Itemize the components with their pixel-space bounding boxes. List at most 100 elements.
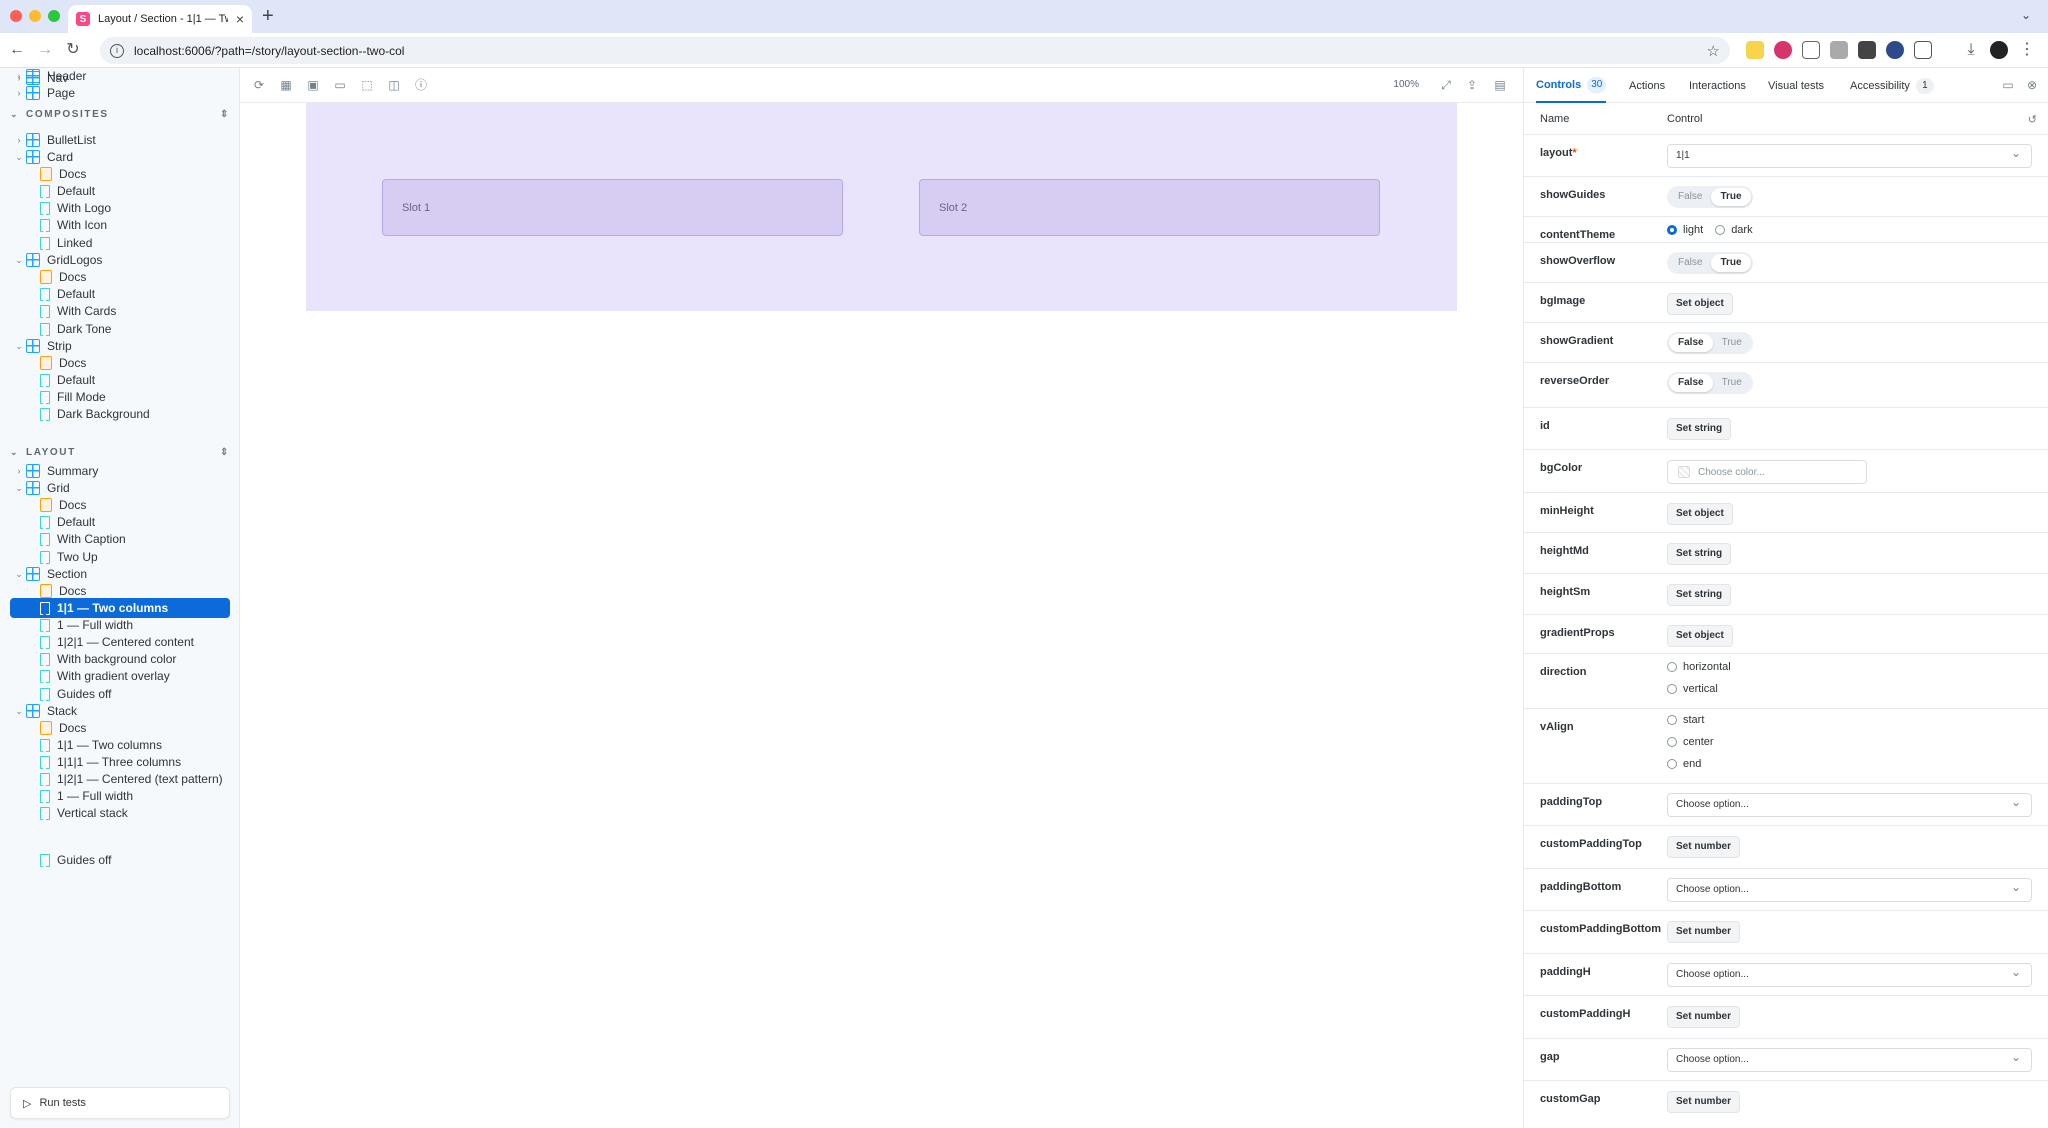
id-set-button[interactable]: Set string: [1667, 418, 1732, 440]
customgap-set-button[interactable]: Set number: [1667, 1091, 1741, 1113]
panel-toggle-icon[interactable]: ▤: [1493, 78, 1507, 92]
sidebar-item-with-icon[interactable]: With Icon: [10, 215, 230, 235]
info-icon[interactable]: i: [110, 43, 124, 58]
sidebar-item-with-caption[interactable]: With Caption: [10, 529, 230, 549]
chevron-down-icon[interactable]: ⌄: [12, 706, 26, 717]
tab-search-chevron-icon[interactable]: ⌄: [2016, 8, 2036, 26]
camera-icon[interactable]: [1802, 41, 1820, 59]
gap-select[interactable]: Choose option...: [1667, 1046, 2032, 1072]
chevron-down-icon[interactable]: ⌄: [12, 341, 26, 352]
outline-icon[interactable]: ⬚: [360, 78, 374, 92]
forward-icon[interactable]: →: [36, 41, 54, 59]
sidebar-item-vertical-stack[interactable]: Vertical stack: [10, 803, 230, 823]
custompaddingh-set-button[interactable]: Set number: [1667, 1006, 1741, 1028]
chevron-right-icon[interactable]: ›: [12, 88, 26, 98]
viewport-icon[interactable]: ▭: [333, 78, 347, 92]
reset-controls-icon[interactable]: ↺: [2028, 113, 2037, 126]
new-tab-icon[interactable]: +: [262, 5, 274, 28]
expand-collapse-icon[interactable]: ⇕: [220, 109, 230, 120]
download-icon[interactable]: ⤓: [1962, 41, 1980, 59]
heightmd-set-button[interactable]: Set string: [1667, 543, 1732, 565]
bgimage-set-button[interactable]: Set object: [1667, 293, 1733, 315]
paddingh-select[interactable]: Choose option...: [1667, 961, 2032, 987]
gradientprops-set-button[interactable]: Set object: [1667, 625, 1733, 647]
showgradient-toggle[interactable]: False True: [1667, 332, 1753, 354]
custompaddingbottom-set-button[interactable]: Set number: [1667, 921, 1741, 943]
paddingbottom-select[interactable]: Choose option...: [1667, 876, 2032, 902]
chevron-right-icon[interactable]: ›: [12, 466, 26, 476]
sidebar-item-with-gradient-overlay[interactable]: With gradient overlay: [10, 666, 230, 686]
chevron-right-icon[interactable]: ›: [12, 135, 26, 145]
remount-icon[interactable]: ⟳: [252, 78, 266, 92]
reload-icon[interactable]: ↻: [64, 41, 82, 59]
sidebar-item-nav[interactable]: › Nav: [10, 68, 230, 88]
toggle-true[interactable]: True: [1711, 188, 1751, 206]
accessibility-icon[interactable]: ⓘ: [414, 78, 428, 92]
toggle-false[interactable]: False: [1669, 188, 1711, 206]
address-bar[interactable]: i localhost:6006/?path=/story/layout-sec…: [100, 37, 1730, 64]
browser-tab[interactable]: S Layout / Section - 1|1 — Two col ×: [68, 5, 252, 33]
color-swatch-icon[interactable]: [1678, 466, 1690, 478]
extension-grey-icon[interactable]: [1830, 41, 1848, 59]
run-tests-button[interactable]: ▷ Run tests: [10, 1087, 230, 1119]
showguides-toggle[interactable]: False True: [1667, 186, 1753, 208]
share-icon[interactable]: ⇪: [1465, 78, 1479, 92]
section-layout[interactable]: ⌄ LAYOUT ⇕: [10, 442, 230, 462]
toggle-false[interactable]: False: [1669, 254, 1711, 272]
radio-end[interactable]: end: [1667, 753, 1714, 775]
panel-position-icon[interactable]: ▭: [2001, 78, 2015, 92]
extension-dark-icon[interactable]: [1858, 41, 1876, 59]
chevron-down-icon[interactable]: ⌄: [12, 569, 26, 580]
sidebar-item-guides-off[interactable]: Guides off: [10, 850, 230, 870]
tab-accessibility[interactable]: Accessibility 1: [1850, 68, 1934, 103]
back-icon[interactable]: ←: [8, 41, 26, 59]
tab-controls[interactable]: Controls 30: [1536, 68, 1607, 103]
minimize-window-button[interactable]: [29, 10, 41, 22]
profile-avatar[interactable]: [1990, 41, 2008, 59]
collapse-icon[interactable]: ⇕: [220, 447, 230, 458]
toggle-true[interactable]: True: [1713, 334, 1751, 352]
radio-horizontal[interactable]: horizontal: [1667, 656, 1731, 678]
sidebar-item-dark-background[interactable]: Dark Background: [10, 404, 230, 424]
more-icon[interactable]: ⋮: [2018, 41, 2036, 59]
chevron-down-icon[interactable]: ⌄: [12, 152, 26, 163]
grid-icon[interactable]: ▦: [279, 78, 293, 92]
paddingtop-select[interactable]: Choose option...: [1667, 791, 2032, 817]
toggle-true[interactable]: True: [1711, 254, 1751, 272]
tab-visual-tests[interactable]: Visual tests: [1768, 68, 1824, 103]
radio-center[interactable]: center: [1667, 731, 1714, 753]
reverseorder-toggle[interactable]: False True: [1667, 372, 1753, 394]
section-composites[interactable]: ⌄ COMPOSITES ⇕: [10, 104, 230, 124]
close-window-button[interactable]: [10, 10, 22, 22]
tab-actions[interactable]: Actions: [1629, 68, 1665, 103]
address-url[interactable]: localhost:6006/?path=/story/layout-secti…: [134, 44, 404, 58]
chevron-right-icon[interactable]: ›: [12, 73, 26, 83]
toggle-false[interactable]: False: [1669, 374, 1713, 392]
puzzle-icon[interactable]: [1914, 41, 1932, 59]
tab-interactions[interactable]: Interactions: [1689, 68, 1746, 103]
close-panel-icon[interactable]: ⊗: [2025, 78, 2039, 92]
close-tab-icon[interactable]: ×: [236, 11, 244, 27]
chevron-down-icon[interactable]: ⌄: [12, 255, 26, 266]
sidebar-item-with-cards[interactable]: With Cards: [10, 301, 230, 321]
radio-start[interactable]: start: [1667, 709, 1714, 731]
radio-light[interactable]: light: [1667, 219, 1703, 241]
measure-icon[interactable]: ◫: [387, 78, 401, 92]
extension-color-icon[interactable]: [1774, 41, 1792, 59]
radio-dark[interactable]: dark: [1715, 219, 1753, 241]
chevron-down-icon[interactable]: ⌄: [12, 483, 26, 494]
toggle-true[interactable]: True: [1713, 374, 1751, 392]
toggle-false[interactable]: False: [1669, 334, 1713, 352]
extension-dictionary-icon[interactable]: [1746, 41, 1764, 59]
minheight-set-button[interactable]: Set object: [1667, 503, 1733, 525]
star-icon[interactable]: ☆: [1707, 42, 1720, 60]
maximize-window-button[interactable]: [48, 10, 60, 22]
showoverflow-toggle[interactable]: False True: [1667, 252, 1753, 274]
layout-select[interactable]: 1|1: [1667, 142, 2032, 168]
extension-blue-icon[interactable]: [1886, 41, 1904, 59]
heightsm-set-button[interactable]: Set string: [1667, 584, 1732, 606]
background-icon[interactable]: ▣: [306, 78, 320, 92]
custompaddingtop-set-button[interactable]: Set number: [1667, 836, 1741, 858]
zoom-level[interactable]: 100%: [1393, 79, 1419, 90]
bgcolor-input[interactable]: Choose color...: [1667, 460, 1867, 484]
